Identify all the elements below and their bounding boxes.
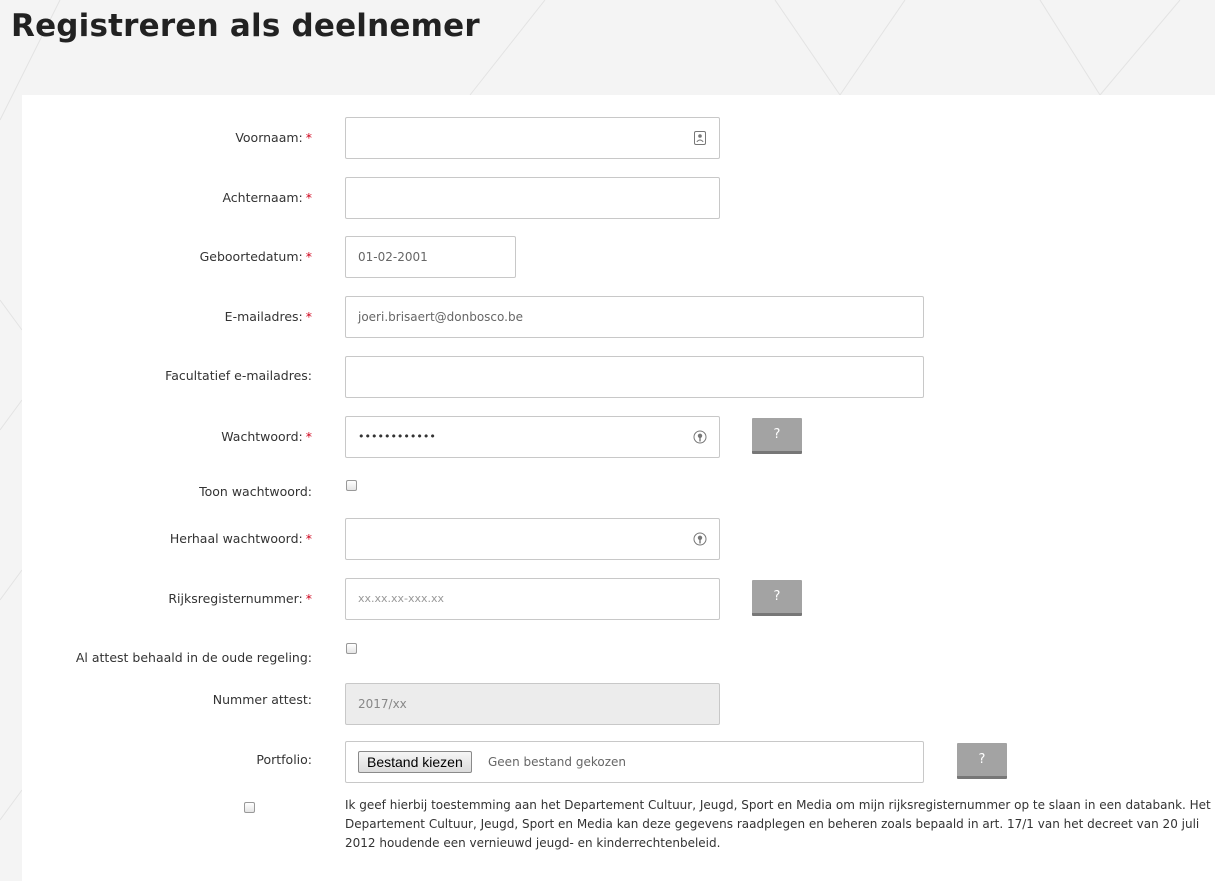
nummer-attest-label: Nummer attest: [212,692,312,707]
achternaam-input[interactable] [345,177,720,219]
rijksregisternummer-label: Rijksregisternummer: * [168,591,312,606]
key-icon[interactable] [693,532,707,546]
toon-wachtwoord-checkbox[interactable] [346,480,357,491]
required-marker: * [305,309,312,324]
page-title: Registreren als deelnemer [11,8,480,44]
consent-text: Ik geef hierbij toestemming aan het Depa… [345,798,1211,850]
email-optional-label: Facultatief e-mailadres: [165,368,312,383]
wachtwoord-input[interactable]: •••••••••••• [345,416,720,458]
wachtwoord-label: Wachtwoord: * [221,429,312,444]
voornaam-input[interactable] [345,117,720,159]
portfolio-file-input[interactable]: Bestand kiezen Geen bestand gekozen [345,741,924,783]
required-marker: * [305,130,312,145]
required-marker: * [305,190,312,205]
rijksregisternummer-help-button[interactable]: ? [752,580,802,616]
required-marker: * [305,531,312,546]
toon-wachtwoord-label: Toon wachtwoord: [199,484,312,499]
required-marker: * [305,429,312,444]
email-input[interactable]: joeri.brisaert@donbosco.be [345,296,924,338]
geboortedatum-input[interactable]: 01-02-2001 [345,236,516,278]
consent-checkbox[interactable] [244,802,255,813]
email-label: E-mailadres: * [224,309,312,324]
rijksregisternummer-input[interactable]: xx.xx.xx-xxx.xx [345,578,720,620]
required-marker: * [305,591,312,606]
oude-regeling-checkbox[interactable] [346,643,357,654]
choose-file-button[interactable]: Bestand kiezen [358,751,472,773]
herhaal-wachtwoord-input[interactable] [345,518,720,560]
wachtwoord-help-button[interactable]: ? [752,418,802,454]
portfolio-label: Portfolio: [256,752,312,767]
oude-regeling-label: Al attest behaald in de oude regeling: [75,650,312,665]
email-optional-input[interactable] [345,356,924,398]
key-icon[interactable] [693,430,707,444]
voornaam-label: Voornaam: * [235,130,312,145]
geboortedatum-label: Geboortedatum: * [199,249,312,264]
portfolio-help-button[interactable]: ? [957,743,1007,779]
herhaal-wachtwoord-label: Herhaal wachtwoord: * [169,531,312,546]
file-status-text: Geen bestand gekozen [488,755,626,769]
required-marker: * [305,249,312,264]
achternaam-label: Achternaam: * [222,190,312,205]
nummer-attest-input[interactable]: 2017/xx [345,683,720,725]
contact-card-icon[interactable] [693,131,707,145]
